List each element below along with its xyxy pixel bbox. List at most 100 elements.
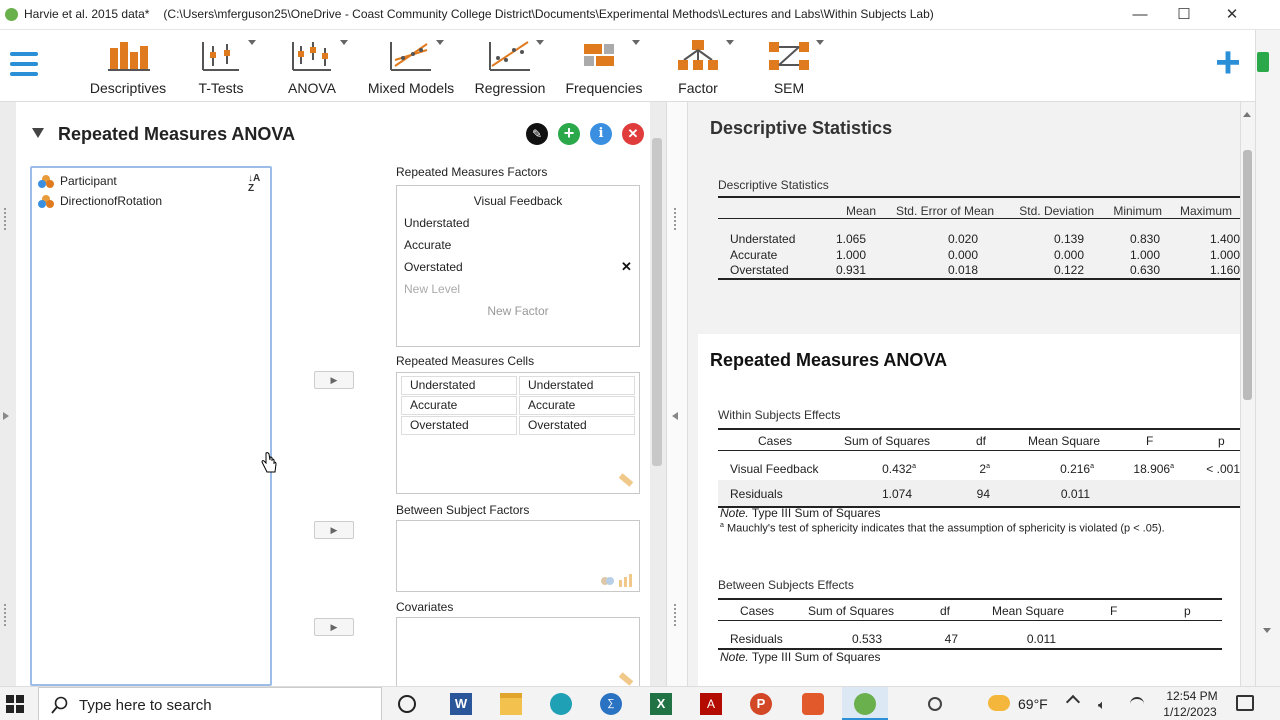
descriptives-table-title: Descriptive Statistics xyxy=(718,178,829,192)
variable-name: DirectionofRotation xyxy=(60,194,163,208)
rm-cell-variable[interactable]: Understated xyxy=(401,376,517,395)
file-explorer-icon[interactable] xyxy=(500,693,522,715)
task-view-icon[interactable] xyxy=(398,695,416,713)
ribbon-ttests[interactable]: T-Tests xyxy=(190,36,256,98)
anova-icon xyxy=(292,42,331,71)
new-level-placeholder[interactable]: New Level xyxy=(404,282,460,296)
remove-analysis-icon[interactable]: ✕ xyxy=(622,123,644,145)
cell-value: 0.533 xyxy=(851,632,882,646)
assign-covariates-button[interactable]: ▶ xyxy=(314,618,354,636)
chevron-down-icon xyxy=(726,40,734,45)
variable-name: Participant xyxy=(60,174,117,188)
col-header: Maximum xyxy=(1180,204,1233,218)
chevron-down-icon xyxy=(248,40,256,45)
new-factor-placeholder[interactable]: New Factor xyxy=(397,304,639,318)
ribbon-mixed-models[interactable]: Mixed Models xyxy=(364,36,458,98)
minimize-button[interactable]: — xyxy=(1122,4,1158,26)
pane-drag-handle[interactable] xyxy=(4,604,10,626)
variable-item[interactable]: DirectionofRotation xyxy=(32,191,270,211)
collapse-section-icon[interactable] xyxy=(32,128,44,138)
ribbon-sem[interactable]: SEM xyxy=(762,36,824,98)
pane-splitter[interactable] xyxy=(666,102,688,686)
add-module-plus-icon[interactable]: + xyxy=(1208,38,1248,88)
clock-date[interactable]: 1/12/2023 xyxy=(1158,705,1222,719)
variable-item[interactable]: Participant xyxy=(32,171,270,191)
cell-value: 0.011 xyxy=(1026,632,1056,646)
col-header: F xyxy=(1110,604,1118,618)
rm-cells-box[interactable]: Understated Understated Accurate Accurat… xyxy=(396,372,640,494)
ribbon-frequencies[interactable]: Frequencies xyxy=(562,36,646,98)
scroll-down-icon[interactable] xyxy=(1263,628,1271,633)
network-icon[interactable] xyxy=(1130,697,1144,711)
ribbon-anova[interactable]: ANOVA xyxy=(282,36,348,98)
collapse-right-icon[interactable] xyxy=(672,412,678,420)
cell-value: 0.000 xyxy=(947,248,978,262)
jasp-taskbar-item[interactable] xyxy=(842,687,888,720)
factor-level[interactable]: Accurate xyxy=(404,238,451,252)
window-app-name: Harvie et al. 2015 data* xyxy=(24,7,150,21)
row-label: Residuals xyxy=(730,632,783,646)
windows-start-icon[interactable] xyxy=(6,695,24,713)
remove-level-icon[interactable]: ✕ xyxy=(621,259,632,275)
ribbon-label: T-Tests xyxy=(198,80,244,96)
people-icon[interactable] xyxy=(928,697,942,711)
acrobat-icon[interactable]: A xyxy=(700,693,722,715)
chevron-down-icon xyxy=(632,40,640,45)
ribbon-descriptives[interactable]: Descriptives xyxy=(86,36,170,98)
cell-value: 0.020 xyxy=(947,232,978,246)
background-window-edge xyxy=(1255,30,1280,686)
hamburger-menu-icon[interactable] xyxy=(10,52,38,76)
assign-rm-cells-button[interactable]: ▶ xyxy=(314,371,354,389)
clock-time[interactable]: 12:54 PM xyxy=(1162,689,1222,703)
covariates-box[interactable] xyxy=(396,617,640,687)
analysis-scrollbar[interactable] xyxy=(652,138,662,466)
splitter-handle-icon xyxy=(674,208,680,230)
calculator-app-icon[interactable]: ∑ xyxy=(600,693,622,715)
results-scrollbar-thumb[interactable] xyxy=(1243,150,1252,400)
edit-title-icon[interactable]: ✎ xyxy=(526,123,548,145)
pane-drag-handle[interactable] xyxy=(4,208,10,230)
cell-value: 1.065 xyxy=(835,232,866,246)
scroll-up-icon[interactable] xyxy=(1243,112,1251,117)
cell-value: 0.432a xyxy=(868,462,916,476)
edge-browser-icon[interactable] xyxy=(550,693,572,715)
ribbon-factor[interactable]: Factor xyxy=(670,36,734,98)
cell-value: 0.011 xyxy=(1060,487,1090,501)
factor-level[interactable]: Overstated xyxy=(404,260,463,274)
col-header: df xyxy=(976,434,987,448)
chevron-up-icon[interactable] xyxy=(1065,694,1081,710)
note-label: Note. xyxy=(720,650,749,664)
collapse-left-icon[interactable] xyxy=(3,412,9,420)
ribbon-regression[interactable]: Regression xyxy=(472,36,548,98)
info-icon[interactable]: i xyxy=(590,123,612,145)
maximize-button[interactable]: ☐ xyxy=(1166,4,1202,26)
between-factors-box[interactable] xyxy=(396,520,640,592)
row-label: Residuals xyxy=(730,487,783,501)
assign-between-factors-button[interactable]: ▶ xyxy=(314,521,354,539)
rm-cell-variable[interactable]: Overstated xyxy=(401,416,517,435)
volume-icon[interactable]: 🔈︎ xyxy=(1098,697,1106,713)
cell-value: 1.000 xyxy=(1209,248,1240,262)
close-window-button[interactable]: ✕ xyxy=(1214,4,1250,26)
duplicate-analysis-icon[interactable]: + xyxy=(558,123,580,145)
excel-icon[interactable]: X xyxy=(650,693,672,715)
col-header: Mean xyxy=(845,204,876,218)
app-icon[interactable] xyxy=(802,693,824,715)
powerpoint-icon[interactable]: P xyxy=(750,693,772,715)
taskbar-search-box[interactable]: Type here to search xyxy=(38,687,382,720)
available-variables-list[interactable]: Participant DirectionofRotation ↓A Z xyxy=(30,166,272,686)
row-label: Accurate xyxy=(730,248,778,262)
frequencies-icon xyxy=(584,44,614,66)
search-icon xyxy=(51,696,68,714)
weather-temp[interactable]: 69°F xyxy=(1018,696,1048,712)
cell-value: 0.830 xyxy=(1129,232,1160,246)
factor-name[interactable]: Visual Feedback xyxy=(397,194,639,208)
rm-cell-variable[interactable]: Accurate xyxy=(401,396,517,415)
table-note: Note. Type III Sum of Squares xyxy=(720,650,881,664)
word-icon[interactable]: W xyxy=(450,693,472,715)
within-title: Within Subjects Effects xyxy=(718,408,841,422)
notifications-icon[interactable] xyxy=(1236,695,1254,711)
sort-variables-icon[interactable]: ↓A Z xyxy=(248,174,268,194)
factor-level[interactable]: Understated xyxy=(404,216,469,230)
ribbon-label: Mixed Models xyxy=(367,80,455,96)
